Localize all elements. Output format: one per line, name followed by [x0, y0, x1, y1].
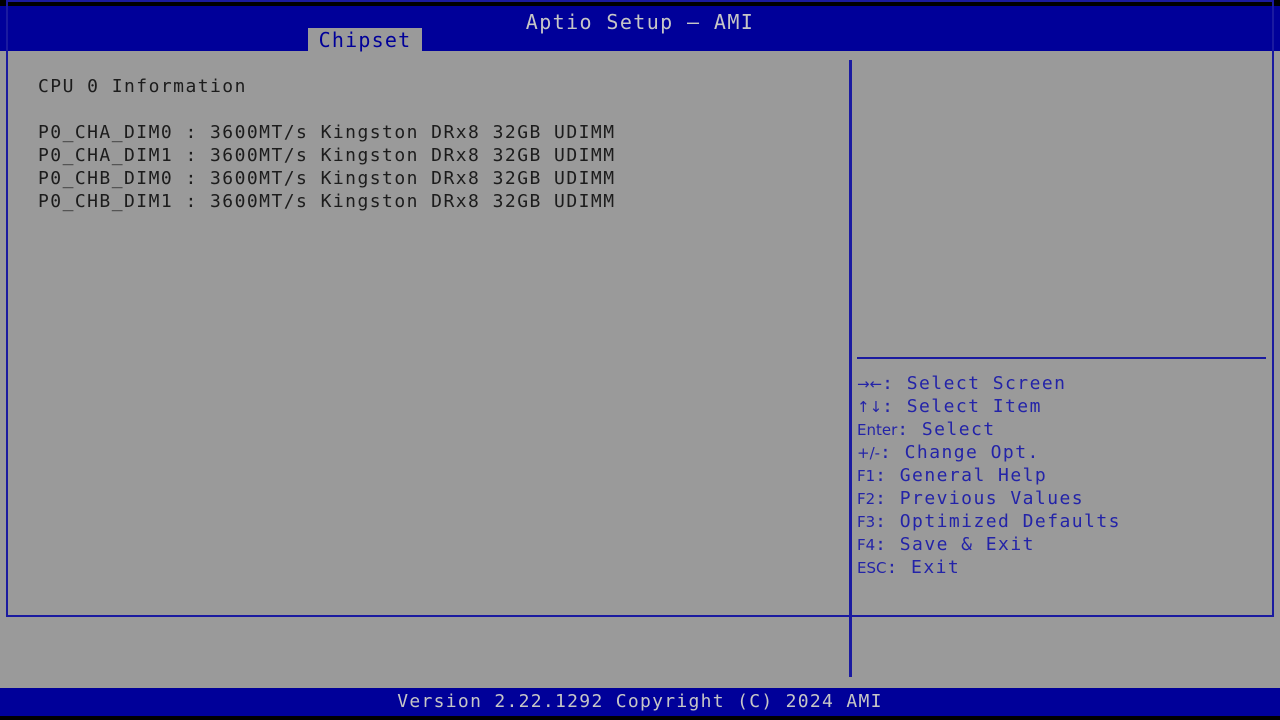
help-key-glyph: F3 [857, 513, 876, 531]
help-key-label: : Change Opt. [880, 442, 1040, 463]
help-key-row: F2: Previous Values [857, 487, 1267, 510]
bottom-black-bar [0, 716, 1280, 720]
help-key-label: : Exit [886, 557, 961, 578]
help-key-label: : Previous Values [875, 488, 1085, 509]
cpu-info-heading: CPU 0 Information [38, 76, 247, 97]
help-key-glyph: F2 [857, 490, 876, 508]
dimm-list: P0_CHA_DIM0 : 3600MT/s Kingston DRx8 32G… [38, 121, 838, 213]
dimm-row: P0_CHB_DIM1 : 3600MT/s Kingston DRx8 32G… [38, 191, 616, 212]
help-divider [857, 357, 1266, 359]
help-key-row: +/-: Change Opt. [857, 441, 1267, 464]
help-key-label: : Save & Exit [875, 534, 1035, 555]
footer-bar: Version 2.22.1292 Copyright (C) 2024 AMI [0, 688, 1280, 716]
pane-divider [849, 60, 852, 677]
help-key-row: ↑↓: Select Item [857, 395, 1267, 418]
dimm-row: P0_CHB_DIM0 : 3600MT/s Kingston DRx8 32G… [38, 168, 616, 189]
help-key-label: : General Help [875, 465, 1048, 486]
bios-setup-screen: Aptio Setup – AMI Chipset CPU 0 Informat… [0, 0, 1280, 720]
version-copyright-text: Version 2.22.1292 Copyright (C) 2024 AMI [397, 691, 883, 712]
help-key-glyph: →← [857, 375, 883, 393]
help-key-glyph: F1 [857, 467, 876, 485]
help-key-glyph: ↑↓ [857, 398, 883, 416]
help-key-glyph: +/- [857, 444, 881, 462]
right-pane: →←: Select Screen ↑↓: Select Item Enter: S… [853, 62, 1270, 675]
help-key-row: F3: Optimized Defaults [857, 510, 1267, 533]
help-key-label: : Select Screen [882, 373, 1067, 394]
help-key-glyph: F4 [857, 536, 876, 554]
left-pane: CPU 0 Information P0_CHA_DIM0 : 3600MT/s… [10, 62, 848, 675]
help-key-list: →←: Select Screen ↑↓: Select Item Enter: S… [857, 372, 1267, 579]
help-key-label: : Select [897, 419, 996, 440]
help-key-row: F1: General Help [857, 464, 1267, 487]
help-key-glyph: ESC [857, 559, 887, 577]
help-key-label: : Optimized Defaults [875, 511, 1121, 532]
help-key-row: ESC: Exit [857, 556, 1267, 579]
help-key-row: →←: Select Screen [857, 372, 1267, 395]
dimm-row: P0_CHA_DIM0 : 3600MT/s Kingston DRx8 32G… [38, 122, 616, 143]
help-key-row: F4: Save & Exit [857, 533, 1267, 556]
help-key-label: : Select Item [882, 396, 1042, 417]
help-key-row: Enter: Select [857, 418, 1267, 441]
dimm-row: P0_CHA_DIM1 : 3600MT/s Kingston DRx8 32G… [38, 145, 616, 166]
help-key-glyph: Enter [857, 421, 898, 439]
